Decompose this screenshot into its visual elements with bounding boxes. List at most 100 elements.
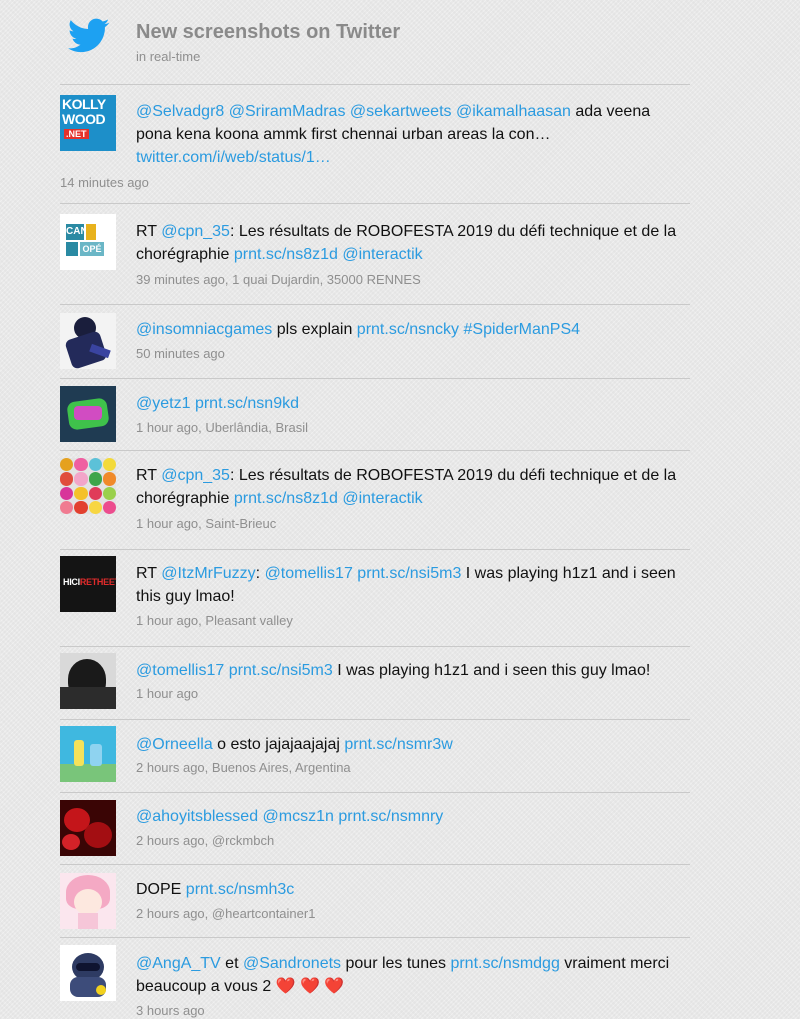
tweet-text-segment: RT [136, 223, 162, 240]
twitter-bird-icon[interactable] [68, 18, 110, 54]
url-link[interactable]: prnt.sc/nsmnry [338, 808, 443, 825]
url-link[interactable]: twitter.com/i/web/status/1… [136, 149, 331, 166]
mention-link[interactable]: @tomellis17 [265, 565, 353, 582]
mention-link[interactable]: @tomellis17 [136, 662, 224, 679]
dark-portrait-avatar[interactable] [60, 653, 116, 709]
tweet-item[interactable]: @insomniacgames pls explain prnt.sc/nsnc… [60, 304, 690, 379]
url-link[interactable]: prnt.sc/nsi5m3 [229, 662, 333, 679]
tweet-location: Pleasant valley [205, 613, 293, 628]
url-link[interactable]: prnt.sc/nsncky [357, 321, 459, 338]
tweet-meta: 14 minutes ago [60, 175, 149, 191]
kollywood-logo-avatar[interactable]: KOLLY WOOD .NET [60, 95, 116, 151]
mention-link[interactable]: @yetz1 [136, 395, 190, 412]
meta-separator: , [204, 833, 212, 848]
tweet-item[interactable]: @ahoyitsblessed @mcsz1n prnt.sc/nsmnry 2 … [60, 792, 690, 865]
tweet-timestamp[interactable]: 1 hour ago [136, 516, 198, 531]
mention-link[interactable]: @Selvadgr8 [136, 103, 224, 120]
tweet-location: Saint-Brieuc [205, 516, 277, 531]
graffiti-art-avatar[interactable] [60, 386, 116, 442]
tweet-text-segment: : [255, 565, 265, 582]
tweet-location: @heartcontainer1 [211, 906, 316, 921]
meta-separator: , [204, 906, 212, 921]
tweet-item[interactable]: HICIRETHEET RT @ItzMrFuzzy: @tomellis17 p… [60, 549, 690, 647]
url-link[interactable]: prnt.sc/nsmdgg [450, 955, 559, 972]
raccoon-mascot-avatar[interactable] [60, 945, 116, 1001]
mention-link[interactable]: @SriramMadras [229, 103, 346, 120]
url-link[interactable]: prnt.sc/ns8z1d [234, 490, 338, 507]
tweet-timestamp[interactable]: 50 minutes ago [136, 346, 225, 361]
tweet-item[interactable]: @AngA_TV et @Sandronets pour les tunes p… [60, 937, 690, 1019]
tweet-text: @tomellis17 prnt.sc/nsi5m3 I was playing… [136, 659, 690, 682]
tweet-meta: 50 minutes ago [136, 346, 225, 362]
tweet-timestamp[interactable]: 2 hours ago [136, 833, 205, 848]
url-link[interactable]: prnt.sc/nsmh3c [186, 881, 294, 898]
tweet-text-segment: pour les tunes [341, 955, 451, 972]
meta-separator: , [204, 760, 212, 775]
anime-girl-avatar[interactable] [60, 873, 116, 929]
tweet-item[interactable]: @Orneella o esto jajajaajajaj prnt.sc/ns… [60, 719, 690, 793]
tweet-location: Uberlândia, Brasil [205, 420, 309, 435]
tweet-meta: 2 hours ago, @heartcontainer1 [136, 906, 315, 922]
tweet-meta: 1 hour ago, Saint-Brieuc [136, 516, 276, 532]
feed-header: New screenshots on Twitter in real-time [60, 0, 690, 85]
mention-link[interactable]: @cpn_35 [161, 467, 230, 484]
mention-link[interactable]: @ItzMrFuzzy [161, 565, 255, 582]
tweet-text: @Selvadgr8 @SriramMadras @sekartweets @i… [136, 100, 690, 169]
tweet-text: RT @cpn_35: Les résultats de ROBOFESTA 2… [136, 464, 690, 510]
dark-logo-avatar[interactable]: HICIRETHEET [60, 556, 116, 612]
tweet-timestamp[interactable]: 1 hour ago [136, 613, 198, 628]
tweet-meta: 1 hour ago, Uberlândia, Brasil [136, 420, 308, 436]
tweet-text-segment: RT [136, 467, 162, 484]
mention-link[interactable]: @ahoyitsblessed [136, 808, 258, 825]
mention-link[interactable]: @ikamalhaasan [456, 103, 571, 120]
tweet-text-segment: o esto jajajaajajaj [212, 736, 345, 753]
mention-link[interactable]: @Sandronets [243, 955, 341, 972]
tweet-location: Buenos Aires, Argentina [211, 760, 351, 775]
tweet-text: @AngA_TV et @Sandronets pour les tunes p… [136, 952, 690, 998]
tweet-text-segment: et [220, 955, 243, 972]
cartoon-scene-avatar[interactable] [60, 726, 116, 782]
tweet-location: 1 quai Dujardin, 35000 RENNES [232, 272, 421, 287]
tweet-meta: 1 hour ago [136, 686, 198, 702]
url-link[interactable]: prnt.sc/nsmr3w [344, 736, 452, 753]
tweet-timestamp[interactable]: 2 hours ago [136, 760, 205, 775]
tweet-timestamp[interactable]: 1 hour ago [136, 686, 198, 701]
mention-link[interactable]: @mcsz1n [263, 808, 334, 825]
page-subtitle: in real-time [136, 49, 201, 64]
tweet-meta: 39 minutes ago, 1 quai Dujardin, 35000 R… [136, 272, 421, 288]
red-roses-avatar[interactable] [60, 800, 116, 856]
tweet-item[interactable]: KOLLY WOOD .NET @Selvadgr8 @SriramMadras @… [60, 85, 690, 204]
game-character-avatar[interactable] [60, 313, 116, 369]
tweet-meta: 2 hours ago, @rckmbch [136, 833, 274, 849]
hashtag-link[interactable]: #SpiderManPS4 [464, 321, 581, 338]
url-link[interactable]: prnt.sc/ns8z1d [234, 246, 338, 263]
url-link[interactable]: prnt.sc/nsi5m3 [357, 565, 461, 582]
tweet-item[interactable]: RT @cpn_35: Les résultats de ROBOFESTA 2… [60, 450, 690, 550]
mention-link[interactable]: @interactik [342, 246, 422, 263]
tweet-text: @Orneella o esto jajajaajajaj prnt.sc/ns… [136, 733, 690, 756]
tweet-text-segment: DOPE [136, 881, 186, 898]
tweet-timestamp[interactable]: 14 minutes ago [60, 175, 149, 190]
colored-yarn-avatar[interactable] [60, 458, 116, 514]
tweet-timestamp[interactable]: 3 hours ago [136, 1003, 205, 1018]
mention-link[interactable]: @Orneella [136, 736, 213, 753]
mention-link[interactable]: @AngA_TV [136, 955, 221, 972]
mention-link[interactable]: @insomniacgames [136, 321, 272, 338]
tweet-item[interactable]: CAN OPÉ RT @cpn_35: Les résultats de ROBO… [60, 203, 690, 305]
tweet-text-segment: I was playing h1z1 and i seen this guy l… [332, 662, 651, 679]
page: New screenshots on Twitter in real-time … [0, 0, 800, 1019]
tweet-timestamp[interactable]: 1 hour ago [136, 420, 198, 435]
url-link[interactable]: prnt.sc/nsn9kd [195, 395, 299, 412]
mention-link[interactable]: @cpn_35 [161, 223, 230, 240]
tweet-item[interactable]: @tomellis17 prnt.sc/nsi5m3 I was playing… [60, 646, 690, 720]
page-title: New screenshots on Twitter [136, 21, 401, 43]
mention-link[interactable]: @interactik [342, 490, 422, 507]
tweet-text: @ahoyitsblessed @mcsz1n prnt.sc/nsmnry [136, 805, 690, 828]
tweet-item[interactable]: DOPE prnt.sc/nsmh3c 2 hours ago, @heartco… [60, 864, 690, 938]
tweet-item[interactable]: @yetz1 prnt.sc/nsn9kd 1 hour ago, Uberlân… [60, 378, 690, 451]
mention-link[interactable]: @sekartweets [350, 103, 452, 120]
tweet-timestamp[interactable]: 2 hours ago [136, 906, 205, 921]
tweet-text-segment: pls explain [272, 321, 357, 338]
tweet-timestamp[interactable]: 39 minutes ago [136, 272, 225, 287]
canope-logo-avatar[interactable]: CAN OPÉ [60, 214, 116, 270]
